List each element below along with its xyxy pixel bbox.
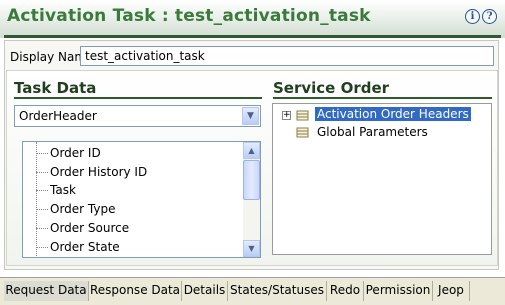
tree-connector <box>36 153 48 154</box>
tree-connector <box>36 190 48 191</box>
display-name-input[interactable] <box>80 46 494 66</box>
tab-response-data[interactable]: Response Data <box>89 281 182 301</box>
service-order-title: Service Order <box>273 79 390 97</box>
task-data-select-value: OrderHeader <box>19 109 97 123</box>
tree-connector <box>36 228 48 229</box>
list-scrollbar[interactable]: ▲ ▼ <box>243 142 260 257</box>
list-item[interactable]: Order Source <box>50 221 129 235</box>
page-title: Activation Task : test_activation_task <box>7 6 371 26</box>
tab-request-data[interactable]: Request Data <box>4 281 89 301</box>
tree-guide-line <box>36 142 37 257</box>
scroll-thumb[interactable] <box>243 160 260 200</box>
task-data-select[interactable]: OrderHeader ▼ <box>14 105 261 127</box>
display-name-label: Display Nam <box>10 50 87 64</box>
tab-details[interactable]: Details <box>182 281 228 301</box>
scroll-up-icon[interactable]: ▲ <box>243 142 260 159</box>
task-data-divider <box>14 97 262 99</box>
table-icon <box>296 127 309 138</box>
scroll-down-icon[interactable]: ▼ <box>243 240 260 257</box>
tab-redo[interactable]: Redo <box>327 281 364 301</box>
chevron-down-icon[interactable]: ▼ <box>242 107 259 125</box>
help-icon[interactable]: ? <box>482 9 497 24</box>
service-order-divider <box>273 97 492 99</box>
title-divider <box>4 35 501 38</box>
list-item[interactable]: Order State <box>50 240 120 254</box>
info-icon[interactable]: i <box>465 9 480 24</box>
tree-node-global-parameters[interactable]: Global Parameters <box>317 125 428 139</box>
table-icon <box>296 110 309 121</box>
task-data-list[interactable]: Order ID Order History ID Task Order Typ… <box>22 141 261 258</box>
tree-connector <box>36 172 48 173</box>
tree-node-activation-order-headers[interactable]: Activation Order Headers <box>315 107 471 121</box>
list-item[interactable]: Order ID <box>50 146 101 160</box>
list-item[interactable]: Order Type <box>50 202 115 216</box>
list-item[interactable]: Order History ID <box>50 165 147 179</box>
title-bar: Activation Task : test_activation_task i… <box>0 0 505 38</box>
tab-permission[interactable]: Permission <box>364 281 433 301</box>
expand-icon[interactable]: + <box>282 111 291 120</box>
task-data-title: Task Data <box>14 79 97 97</box>
service-order-tree[interactable]: + Activation Order Headers Global Parame… <box>272 103 492 255</box>
tab-jeop[interactable]: Jeop <box>433 281 470 301</box>
tab-states-statuses[interactable]: States/Statuses <box>228 281 327 301</box>
list-item[interactable]: Task <box>50 183 76 197</box>
tree-connector <box>36 247 48 248</box>
tree-connector <box>36 209 48 210</box>
tab-bar: Request Data Response Data Details State… <box>0 277 505 305</box>
